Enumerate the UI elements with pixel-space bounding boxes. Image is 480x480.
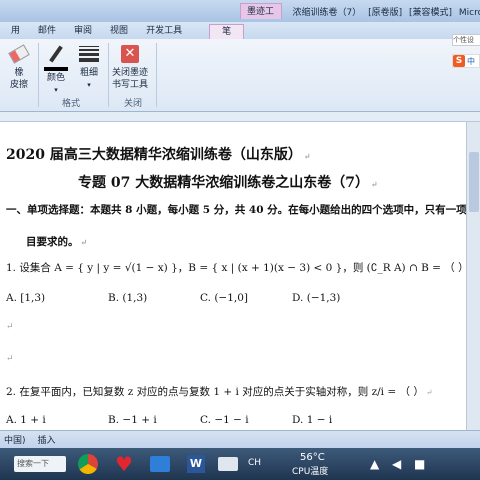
title-bar: 墨迹工具 浓缩训练卷（7） [原卷版] [兼容模式] Microsoft Wor… [0,0,480,33]
q2-option-b: B. −1 + i [108,414,157,426]
tab-mailings[interactable]: 邮件 [29,24,65,39]
current-color-swatch [44,67,68,71]
volume-icon[interactable]: ◀ [392,457,401,471]
insert-mode-status[interactable]: 插入 [38,433,56,446]
q1-option-b: B. (1,3) [108,292,148,304]
input-language-indicator[interactable]: CH [248,458,261,468]
taskbar: 搜索一下 ♥ W CH 56°C CPU温度 ▲ ◀ ■ [0,448,480,480]
vertical-scrollbar[interactable] [466,122,480,430]
ink-tools-context-tab[interactable]: 墨迹工具 [240,3,283,33]
heart-app-icon[interactable]: ♥ [110,452,138,476]
window-title: 浓缩训练卷（7） [原卷版] [兼容模式] Microsoft Word [292,5,480,18]
app-name: Microsoft Word [458,7,480,18]
close-label-2: 书写工具 [112,80,149,90]
ribbon-tabs: 用 邮件 审阅 视图 开发工具 笔 [0,22,480,39]
tab-pen[interactable]: 笔 [209,24,245,39]
notification-icon[interactable]: ■ [414,457,425,471]
color-label: 颜色 [46,73,65,83]
scrollbar-thumb[interactable] [469,152,479,212]
question-1: 1. 设集合 A = { y | y = √(1 − x) }，B = { x … [6,262,466,274]
ime-mode-label: 中 [467,56,475,66]
weight-label: 粗细 [79,68,98,78]
pen-weight-button[interactable]: 粗细 ▾ [78,43,100,91]
section-heading: 一、单项选择题：本题共 8 小题，每小题 5 分，共 40 分。在每小题给出的四… [6,204,466,216]
tab-view[interactable]: 视图 [101,24,137,39]
personalize-tooltip[interactable]: 个性设 [452,34,480,46]
q2-option-c: C. −1 − i [200,414,249,426]
question-2: 2. 在复平面内，已知复数 z 对应的点与复数 1 + i 对应的点关于实轴对称… [6,386,433,398]
close-icon: ✕ [119,43,141,65]
compatibility-mode: [兼容模式] [408,7,452,18]
ribbon-separator [108,43,109,107]
q1-option-c: C. (−1,0] [200,292,249,304]
q1-option-a: A. [1,3) [6,292,46,304]
ribbon: 橡 皮擦 颜色 ▾ 粗细 ▾ 格式 ✕ 关闭墨迹 书写工具 关闭 [0,39,480,112]
horizontal-ruler[interactable] [0,112,480,122]
pen-color-button[interactable]: 颜色 ▾ [44,43,68,96]
close-label-1: 关闭墨迹 [112,68,149,78]
doc-title: 2020 届高三大数据精华浓缩训练卷（山东版） ↵ [6,147,311,163]
doc-subtitle: 专题 07 大数据精华浓缩训练卷之山东卷（7） ↵ [78,175,378,191]
empty-paragraph: ↵ [6,354,14,364]
cpu-temperature-value: 56°C [300,452,325,463]
sogou-icon: S [453,55,465,67]
taskbar-search-input[interactable]: 搜索一下 [14,456,66,472]
eraser-label-1: 橡 [14,68,24,78]
tab-review[interactable]: 审阅 [65,24,101,39]
meeting-app-icon[interactable] [146,452,174,476]
chrome-icon[interactable] [74,452,102,476]
sogou-ime-toolbar[interactable]: S 中 [452,54,480,68]
line-weight-icon [78,43,100,65]
eraser-button[interactable]: 橡 皮擦 [8,43,30,91]
pen-icon [45,43,67,65]
chevron-down-icon: ▾ [87,81,91,89]
cpu-temperature-label: CPU温度 [292,467,329,477]
tab-developer[interactable]: 开发工具 [137,24,191,39]
q2-option-a: A. 1 + i [6,414,46,426]
ribbon-separator [38,43,39,107]
language-status[interactable]: 中国) [4,433,26,446]
empty-paragraph: ↵ [6,322,14,332]
eraser-label-2: 皮擦 [9,80,28,90]
document-name: 浓缩训练卷（7） [292,7,362,18]
word-app-icon[interactable]: W [182,452,210,476]
network-icon[interactable]: ▲ [370,457,379,471]
keyboard-app-icon[interactable] [214,452,242,476]
document-page[interactable]: 2020 届高三大数据精华浓缩训练卷（山东版） ↵ 专题 07 大数据精华浓缩训练… [0,122,466,430]
tab-references[interactable]: 用 [2,24,29,39]
close-group-label: 关闭 [124,99,143,109]
section-heading-cont: 目要求的。 ↵ [26,236,88,248]
chevron-down-icon: ▾ [54,86,58,94]
format-group-label: 格式 [62,99,81,109]
document-version: [原卷版] [368,7,403,18]
q1-option-d: D. (−1,3) [292,292,341,304]
q2-option-d: D. 1 − i [292,414,333,426]
status-bar: 中国) 插入 [0,430,480,448]
ribbon-separator [156,43,157,107]
close-ink-tools-button[interactable]: ✕ 关闭墨迹 书写工具 [112,43,148,91]
eraser-icon [8,43,30,65]
